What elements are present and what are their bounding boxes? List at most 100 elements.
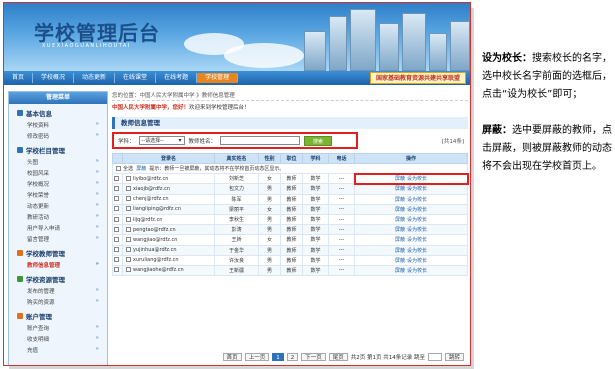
set-principal-link[interactable]: 设为校长 xyxy=(407,207,427,213)
pager-next[interactable]: 下一页 xyxy=(301,353,326,361)
cell-pos: 教师 xyxy=(280,203,303,215)
search-box-highlight: 学科： --请选择-- 教师姓名： 搜索 xyxy=(112,132,358,149)
set-principal-link[interactable]: 设为校长 xyxy=(407,186,427,192)
set-principal-link[interactable]: 设为校长 xyxy=(407,176,427,182)
set-principal-link[interactable]: 设为校长 xyxy=(407,227,427,233)
sidebar-group[interactable]: 基本信息 xyxy=(9,104,107,119)
row-checkbox[interactable] xyxy=(114,175,119,181)
sidebar-item[interactable]: 收支明细 xyxy=(9,333,107,344)
row-select-checkbox[interactable] xyxy=(126,216,131,222)
sidebar-group[interactable]: 账户管理 xyxy=(9,307,107,322)
sidebar-item[interactable]: 头图 xyxy=(9,156,107,167)
subject-select[interactable]: --请选择-- xyxy=(138,136,185,145)
set-principal-link[interactable]: 设为校长 xyxy=(407,258,427,264)
block-link[interactable]: 屏蔽 xyxy=(395,207,405,213)
nav-item-exams[interactable]: 在线考题 xyxy=(156,73,198,83)
block-link[interactable]: 屏蔽 xyxy=(395,227,405,233)
row-checkbox-cell xyxy=(112,234,123,246)
nav-item-classroom[interactable]: 在线课堂 xyxy=(115,73,157,83)
welcome-text: 欢迎来到学校管理后台！ xyxy=(189,105,250,111)
sidebar-item[interactable]: 留言管理 xyxy=(9,233,107,244)
row-checkbox[interactable] xyxy=(114,267,119,273)
block-link[interactable]: 屏蔽 xyxy=(395,186,405,192)
sidebar-item[interactable]: 学校荣誉 xyxy=(9,189,107,200)
table-row: liangliping@rdfz.cn 梁丽平女教师 数学 --- 屏蔽 设为校长 xyxy=(112,203,468,215)
nav-item-school-admin[interactable]: 学校管理 xyxy=(197,73,239,83)
instruction-set-principal: 设为校长：搜索校长的名字，选中校长名字前面的选框后，点击“设为校长”即可； xyxy=(482,50,612,104)
block-link[interactable]: 屏蔽 xyxy=(395,237,405,243)
pager-first[interactable]: 首页 xyxy=(222,353,242,361)
row-checkbox[interactable] xyxy=(114,257,119,263)
block-link[interactable]: 屏蔽 xyxy=(395,268,405,274)
cell-name: 王新疆 xyxy=(214,264,259,277)
row-checkbox[interactable] xyxy=(114,206,119,212)
cell-name: 刘新芝 xyxy=(214,173,259,185)
bulk-block-button[interactable]: 屏蔽 xyxy=(136,166,146,172)
row-select-checkbox[interactable] xyxy=(126,175,131,181)
pager-prev[interactable]: 上一页 xyxy=(244,353,270,361)
sidebar-item[interactable]: 动态更新 xyxy=(9,200,107,211)
pager-page-2[interactable]: 2 xyxy=(286,353,299,361)
set-principal-link[interactable]: 设为校长 xyxy=(407,268,427,274)
set-principal-link[interactable]: 设为校长 xyxy=(407,237,427,243)
sidebar-item[interactable]: 修改密码 xyxy=(9,130,107,141)
sidebar-item[interactable]: 账户查询 xyxy=(9,322,107,333)
search-button[interactable]: 搜索 xyxy=(304,135,333,146)
sidebar-group[interactable]: 学校教师管理 xyxy=(9,244,107,259)
block-link[interactable]: 屏蔽 xyxy=(395,217,405,223)
teacher-name-input[interactable] xyxy=(220,136,301,145)
block-link[interactable]: 屏蔽 xyxy=(395,258,405,264)
row-select-checkbox[interactable] xyxy=(126,247,131,253)
sidebar-item[interactable]: 充值 xyxy=(9,344,107,355)
cell-subject: 数学 xyxy=(302,264,329,277)
sidebar-item[interactable]: 购买的资源 xyxy=(9,296,107,307)
login-cell: wangjiao@rdfz.cn xyxy=(122,234,215,246)
row-select-checkbox[interactable] xyxy=(126,257,131,263)
row-checkbox-cell xyxy=(112,173,123,185)
pager-last[interactable]: 尾页 xyxy=(328,353,348,361)
sidebar-item[interactable]: 校园风采 xyxy=(9,167,107,178)
block-link[interactable]: 屏蔽 xyxy=(395,197,405,203)
select-all-checkbox[interactable] xyxy=(116,166,121,172)
nav-item-overview[interactable]: 学校概况 xyxy=(33,73,75,83)
sidebar-item[interactable]: 发布的管理 xyxy=(9,285,107,296)
pager-page-1[interactable]: 1 xyxy=(272,353,284,361)
sidebar-item[interactable]: 教研活动 xyxy=(9,211,107,222)
row-actions: 屏蔽 设为校长 xyxy=(354,234,468,246)
cell-login: wangjiao@rdfz.cn xyxy=(133,236,178,243)
row-select-checkbox[interactable] xyxy=(126,267,131,273)
row-checkbox[interactable] xyxy=(114,247,119,253)
row-checkbox[interactable] xyxy=(114,196,119,202)
set-principal-link[interactable]: 设为校长 xyxy=(407,197,427,203)
row-select-checkbox[interactable] xyxy=(126,206,131,212)
row-checkbox-cell xyxy=(112,183,123,195)
row-select-checkbox[interactable] xyxy=(126,236,131,242)
set-principal-link[interactable]: 设为校长 xyxy=(407,217,427,223)
cell-name: 梁丽平 xyxy=(214,203,259,215)
nav-item-home[interactable]: 首页 xyxy=(4,73,34,83)
block-link[interactable]: 屏蔽 xyxy=(395,176,405,182)
row-select-checkbox[interactable] xyxy=(126,196,131,202)
cell-pos: 教师 xyxy=(280,234,303,246)
sidebar-group[interactable]: 学校资源管理 xyxy=(9,270,107,285)
sidebar-item[interactable]: 教师信息管理 xyxy=(9,259,107,270)
nav-item-updates[interactable]: 动态更新 xyxy=(74,73,116,83)
table-row: wangjiaohe@rdfz.cn 王新疆男教师 数学 --- 屏蔽 设为校长 xyxy=(112,264,468,277)
sidebar-item[interactable]: 学校概况 xyxy=(9,178,107,189)
pager-jump-input[interactable] xyxy=(427,353,442,361)
select-all-label[interactable]: 全选 xyxy=(123,166,133,172)
sidebar-item[interactable]: 学校资料 xyxy=(9,119,107,130)
instruction-1-title: 设为校长： xyxy=(482,53,532,64)
row-checkbox[interactable] xyxy=(114,185,119,191)
pager-go-button[interactable]: 跳转 xyxy=(444,353,464,361)
row-checkbox[interactable] xyxy=(114,226,119,232)
row-checkbox[interactable] xyxy=(114,216,119,222)
row-select-checkbox[interactable] xyxy=(126,226,131,232)
row-checkbox[interactable] xyxy=(114,236,119,242)
block-link[interactable]: 屏蔽 xyxy=(395,248,405,254)
set-principal-link[interactable]: 设为校长 xyxy=(407,248,427,254)
sidebar-group[interactable]: 学校栏目管理 xyxy=(9,141,107,156)
cell-login: liyibo@rdfz.cn xyxy=(133,175,169,182)
row-select-checkbox[interactable] xyxy=(126,185,131,191)
sidebar-item[interactable]: 用户导入申请 xyxy=(9,222,107,233)
